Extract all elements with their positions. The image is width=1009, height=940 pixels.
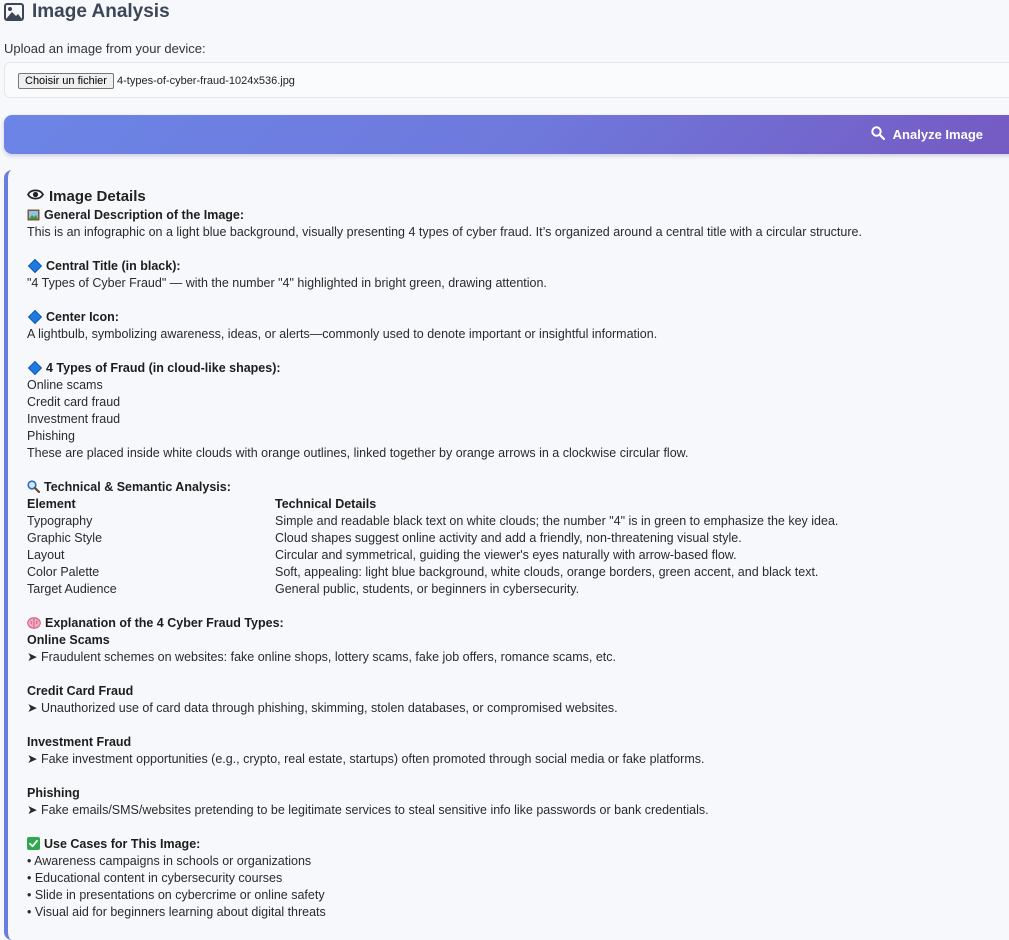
- file-upload-field[interactable]: Choisir un fichier 4-types-of-cyber-frau…: [4, 62, 1009, 98]
- fraud-types-heading: 4 Types of Fraud (in cloud-like shapes):: [46, 361, 281, 375]
- table-header-element: Element: [27, 497, 76, 511]
- list-item: • Slide in presentations on cybercrime o…: [27, 888, 325, 902]
- table-cell: Target Audience: [27, 582, 117, 596]
- choose-file-button[interactable]: Choisir un fichier: [18, 73, 114, 89]
- table-cell: Typography: [27, 514, 93, 528]
- fraud-types-note: These are placed inside white clouds wit…: [27, 446, 689, 460]
- page-header: Image Analysis: [4, 0, 170, 24]
- table-cell: Color Palette: [27, 565, 100, 579]
- center-icon-text: A lightbulb, symbolizing awareness, idea…: [27, 327, 658, 341]
- list-item: • Awareness campaigns in schools or orga…: [27, 854, 312, 868]
- general-text: This is an infographic on a light blue b…: [27, 225, 862, 239]
- table-cell: Cloud shapes suggest online activity and…: [275, 531, 742, 545]
- list-item: Online scams: [27, 378, 103, 392]
- table-cell: Circular and symmetrical, guiding the vi…: [275, 548, 737, 562]
- fraud-types-heading-row: 4 Types of Fraud (in cloud-like shapes):: [27, 360, 281, 377]
- page-title: Image Analysis: [32, 1, 170, 22]
- details-title: Image Details: [49, 188, 146, 205]
- list-item: • Visual aid for beginners learning abou…: [27, 905, 326, 919]
- list-item: Credit card fraud: [27, 395, 121, 409]
- eye-icon: [26, 188, 45, 205]
- table-cell: Simple and readable black text on white …: [275, 514, 839, 528]
- technical-heading: Technical & Semantic Analysis:: [44, 480, 231, 494]
- explanation-item-title: Credit Card Fraud: [27, 684, 134, 698]
- search-icon: [870, 126, 885, 143]
- explanation-item-title: Phishing: [27, 786, 80, 800]
- explanation-item-text: ➤ Fake emails/SMS/websites pretending to…: [27, 803, 709, 817]
- list-item: Investment fraud: [27, 412, 121, 426]
- central-title-heading-row: Central Title (in black):: [27, 258, 181, 275]
- analyze-image-button[interactable]: Analyze Image: [4, 115, 1009, 154]
- table-cell: General public, students, or beginners i…: [275, 582, 580, 596]
- explanation-heading: Explanation of the 4 Cyber Fraud Types:: [45, 616, 284, 630]
- center-icon-heading-row: Center Icon:: [27, 309, 119, 326]
- use-cases-heading: Use Cases for This Image:: [44, 837, 201, 851]
- image-details-panel: Image Details General Description of the…: [4, 170, 1009, 940]
- details-title-row: Image Details: [26, 188, 146, 205]
- table-cell: Graphic Style: [27, 531, 103, 545]
- diamond-icon: [27, 310, 43, 325]
- central-title-heading: Central Title (in black):: [46, 259, 181, 273]
- analyze-button-label: Analyze Image: [892, 127, 983, 142]
- table-cell: Soft, appealing: light blue background, …: [275, 565, 819, 579]
- diamond-icon: [27, 361, 43, 376]
- diamond-icon: [27, 259, 43, 274]
- center-icon-heading: Center Icon:: [46, 310, 119, 324]
- explanation-item-title: Investment Fraud: [27, 735, 132, 749]
- explanation-item-text: ➤ Fake investment opportunities (e.g., c…: [27, 752, 705, 766]
- explanation-item-text: ➤ Unauthorized use of card data through …: [27, 701, 618, 715]
- upload-label: Upload an image from your device:: [4, 41, 206, 56]
- general-heading: General Description of the Image:: [44, 208, 245, 222]
- explanation-item-title: Online Scams: [27, 633, 110, 647]
- table-header-details: Technical Details: [275, 497, 377, 511]
- selected-file-name: 4-types-of-cyber-fraud-1024x536.jpg: [117, 75, 295, 87]
- image-icon: [4, 3, 24, 21]
- list-item: • Educational content in cybersecurity c…: [27, 871, 283, 885]
- central-title-text: "4 Types of Cyber Fraud" — with the numb…: [27, 276, 547, 290]
- list-item: Phishing: [27, 429, 75, 443]
- explanation-item-text: ➤ Fraudulent schemes on websites: fake o…: [27, 650, 616, 664]
- table-cell: Layout: [27, 548, 65, 562]
